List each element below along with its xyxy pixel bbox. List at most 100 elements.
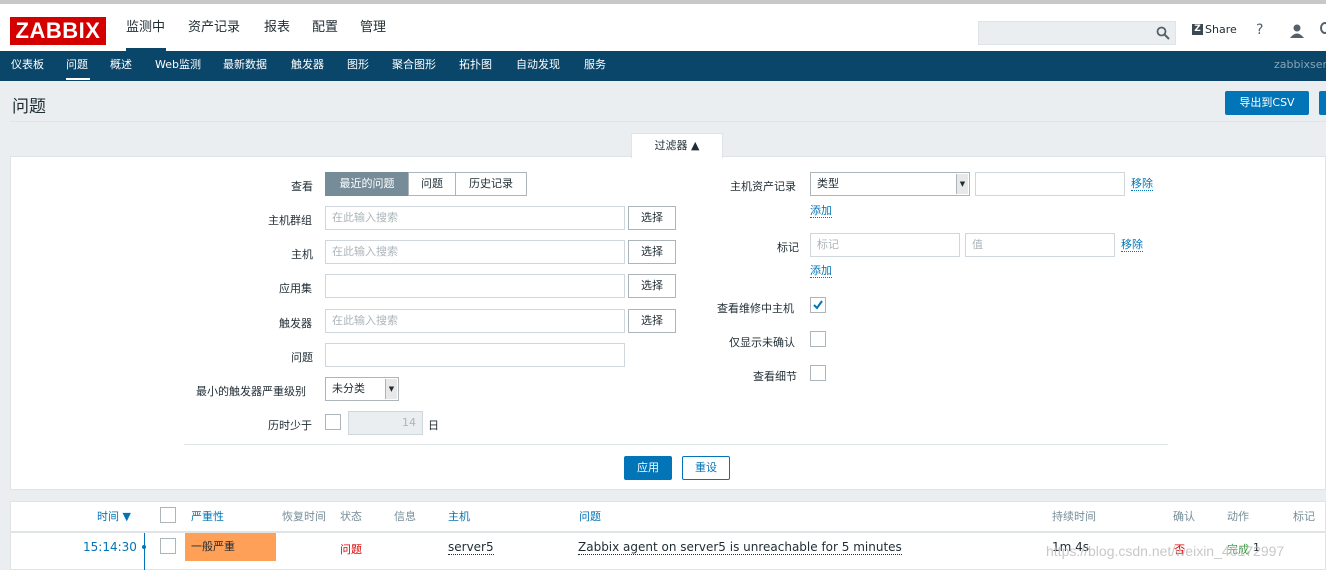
age-unit: 日 (428, 419, 439, 432)
details-label: 查看细节 (753, 370, 797, 383)
th-recovery-time: 恢复时间 (282, 510, 326, 523)
th-info: 信息 (394, 510, 416, 523)
age-checkbox[interactable] (325, 414, 341, 430)
submenu-problems[interactable]: 问题 (66, 51, 88, 81)
share-label: Share (1205, 23, 1237, 36)
tag-name-input[interactable]: 标记 (810, 233, 960, 257)
maintenance-checkbox[interactable] (810, 297, 826, 313)
menu-monitoring[interactable]: 监测中 (126, 18, 165, 38)
inventory-field-select[interactable]: 类型 ▼ (810, 172, 970, 196)
dropdown-arrow-icon: ▼ (956, 174, 968, 194)
menu-configuration[interactable]: 配置 (312, 18, 338, 38)
application-input[interactable] (325, 274, 625, 298)
export-csv-button[interactable]: 导出到CSV (1225, 91, 1309, 115)
hosts-input[interactable]: 在此输入搜索 (325, 240, 625, 264)
top-bar: ZABBIX 监测中 资产记录 报表 配置 管理 Z Share ? (0, 0, 1326, 51)
submenu-triggers[interactable]: 触发器 (291, 51, 324, 81)
select-all-checkbox[interactable] (160, 507, 176, 523)
filter-toggle-tab[interactable]: 过滤器 ▲ (631, 133, 723, 158)
th-problem[interactable]: 问题 (579, 508, 601, 524)
submenu-services[interactable]: 服务 (584, 51, 606, 81)
application-select-button[interactable]: 选择 (628, 274, 676, 298)
show-problems[interactable]: 问题 (408, 172, 456, 196)
th-ack: 确认 (1173, 510, 1195, 523)
submenu-web[interactable]: Web监测 (155, 51, 201, 81)
page-title: 问题 (12, 97, 46, 117)
help-icon[interactable]: ? (1256, 22, 1263, 38)
reset-button[interactable]: 重设 (682, 456, 730, 480)
submenu-discovery[interactable]: 自动发现 (516, 51, 560, 81)
application-label: 应用集 (279, 282, 312, 295)
menu-reports[interactable]: 报表 (264, 18, 290, 38)
min-severity-value: 未分类 (332, 382, 365, 395)
min-severity-label: 最小的触发器严重级别 (196, 385, 306, 398)
host-groups-label: 主机群组 (268, 214, 312, 227)
zabbix-logo[interactable]: ZABBIX (10, 17, 106, 45)
tags-label: 标记 (777, 241, 799, 254)
dropdown-arrow-icon: ▼ (385, 379, 397, 399)
header-divider (10, 121, 1326, 122)
server-name: zabbixserver (1274, 58, 1326, 71)
filter-divider (184, 444, 1168, 445)
severity-badge: 一般严重 (185, 533, 276, 561)
submenu-latest-data[interactable]: 最新数据 (223, 51, 267, 81)
checkmark-icon (813, 300, 823, 310)
user-profile-icon[interactable] (1290, 24, 1304, 38)
problem-input[interactable] (325, 343, 625, 367)
apply-button[interactable]: 应用 (624, 456, 672, 480)
tag-remove-link[interactable]: 移除 (1121, 238, 1143, 252)
submenu-overview[interactable]: 概述 (110, 51, 132, 81)
menu-administration[interactable]: 管理 (360, 18, 386, 38)
th-status: 状态 (340, 510, 362, 523)
host-groups-input[interactable]: 在此输入搜索 (325, 206, 625, 230)
share-link[interactable]: Z Share (1192, 23, 1237, 36)
th-duration: 持续时间 (1052, 510, 1096, 523)
hosts-select-button[interactable]: 选择 (628, 240, 676, 264)
active-submenu-indicator (66, 78, 90, 80)
th-severity[interactable]: 严重性 (191, 508, 224, 524)
th-time[interactable]: 时间 ▼ (97, 508, 131, 524)
search-icon[interactable] (1156, 26, 1170, 40)
maintenance-label: 查看维修中主机 (717, 302, 794, 315)
problem-label: 问题 (291, 351, 313, 364)
inventory-add-link[interactable]: 添加 (810, 204, 832, 218)
triggers-input[interactable]: 在此输入搜索 (325, 309, 625, 333)
details-checkbox[interactable] (810, 365, 826, 381)
row-problem-link[interactable]: Zabbix agent on server5 is unreachable f… (578, 540, 902, 555)
row-time[interactable]: 15:14:30 (83, 540, 137, 554)
th-host[interactable]: 主机 (448, 508, 470, 524)
submenu-dashboard[interactable]: 仪表板 (11, 51, 44, 81)
triggers-select-button[interactable]: 选择 (628, 309, 676, 333)
submenu-graphs[interactable]: 图形 (347, 51, 369, 81)
host-groups-select-button[interactable]: 选择 (628, 206, 676, 230)
sub-menu: 仪表板 问题 概述 Web监测 最新数据 触发器 图形 聚合图形 拓扑图 自动发… (0, 51, 1326, 81)
inventory-value-input[interactable] (975, 172, 1125, 196)
inventory-remove-link[interactable]: 移除 (1131, 177, 1153, 191)
submenu-maps[interactable]: 拓扑图 (459, 51, 492, 81)
age-label: 历时少于 (268, 419, 312, 432)
watermark: https://blog.csdn.net/weixin_40172997 (1046, 543, 1285, 559)
show-recent-problems[interactable]: 最近的问题 (325, 172, 409, 196)
row-checkbox[interactable] (160, 538, 176, 554)
tag-add-link[interactable]: 添加 (810, 264, 832, 278)
share-icon: Z (1192, 24, 1203, 35)
row-host-link[interactable]: server5 (448, 540, 494, 555)
age-days-input[interactable]: 14 (348, 411, 423, 435)
unack-checkbox[interactable] (810, 331, 826, 347)
show-label: 查看 (291, 180, 313, 193)
inventory-label: 主机资产记录 (730, 180, 796, 193)
th-tags: 标记 (1293, 510, 1315, 523)
timeline-dot (142, 545, 146, 549)
unack-label: 仅显示未确认 (729, 336, 795, 349)
sign-out-icon[interactable] (1320, 22, 1326, 34)
min-severity-select[interactable]: 未分类 ▼ (325, 377, 399, 401)
global-search-input[interactable] (978, 21, 1176, 45)
hosts-label: 主机 (291, 248, 313, 261)
menu-inventory[interactable]: 资产记录 (188, 18, 240, 38)
show-history[interactable]: 历史记录 (455, 172, 527, 196)
kiosk-mode-button[interactable] (1319, 91, 1326, 115)
submenu-screens[interactable]: 聚合图形 (392, 51, 436, 81)
triggers-label: 触发器 (279, 317, 312, 330)
tag-value-input[interactable]: 值 (965, 233, 1115, 257)
timeline-line (144, 533, 145, 570)
